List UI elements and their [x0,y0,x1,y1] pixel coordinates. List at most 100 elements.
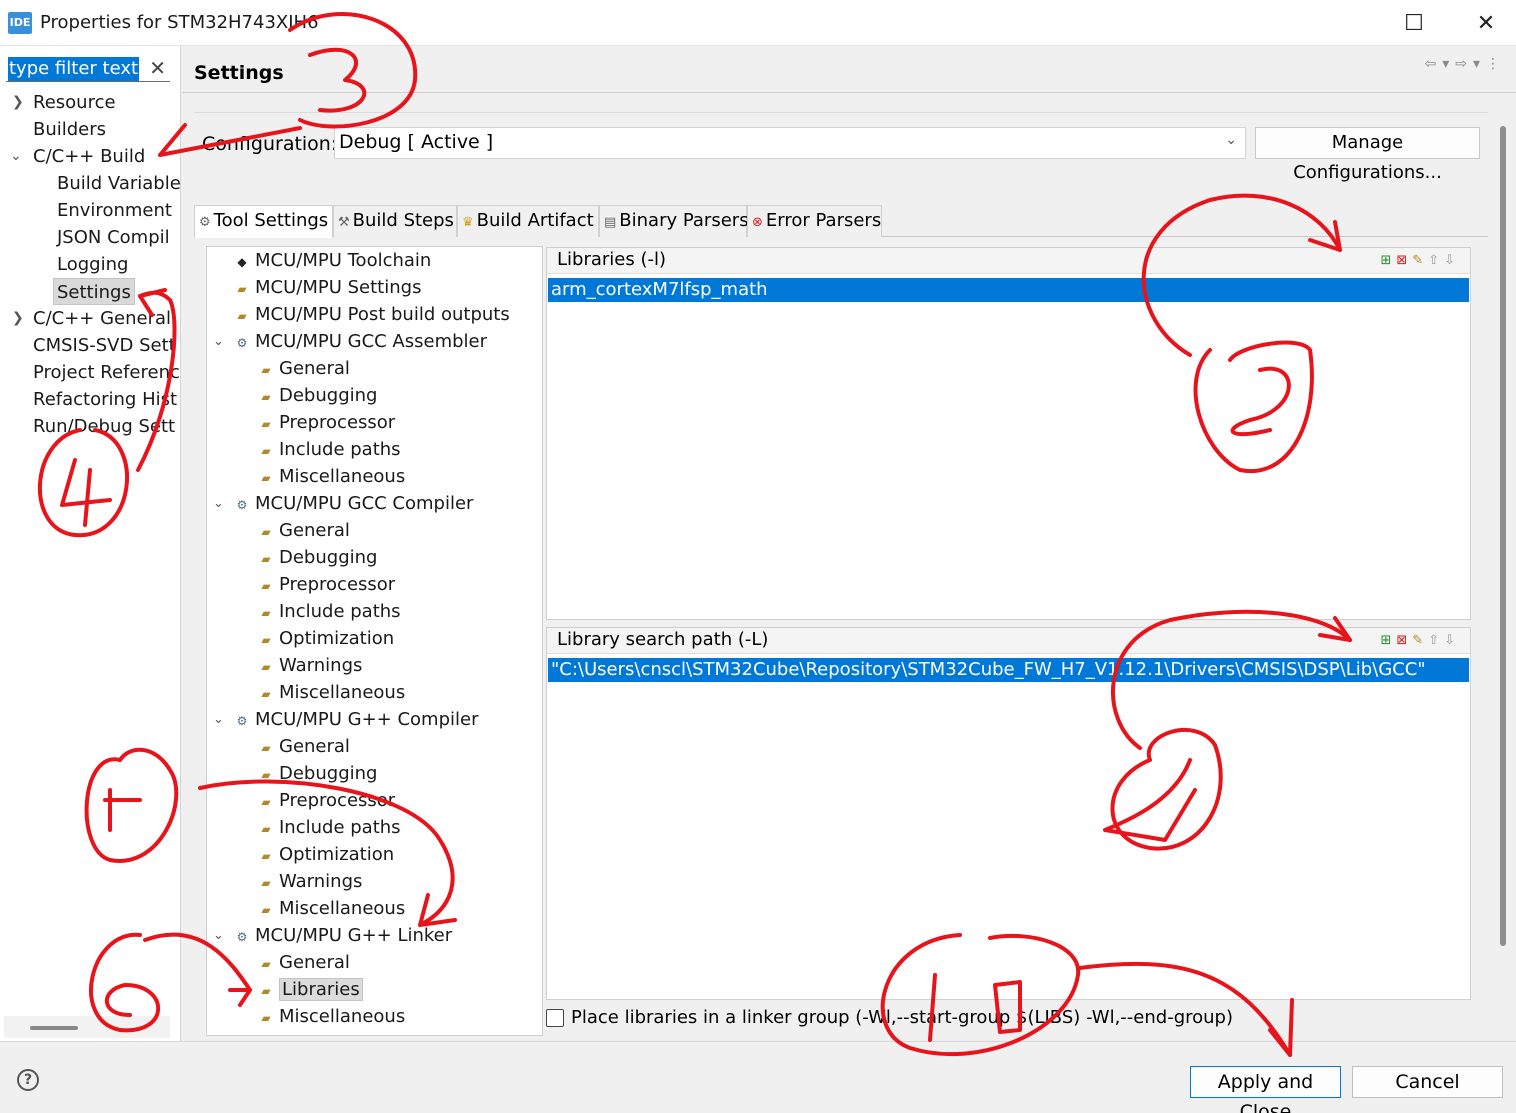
linker-group-checkbox[interactable] [546,1009,564,1027]
nav-item-cpp-build[interactable]: C/C++ Build [33,143,145,170]
chevron-down-icon[interactable]: ⌄ [10,143,22,170]
option-category-icon: ▰ [261,552,271,566]
tree-item-gcc-preprocessor[interactable]: ▰ Preprocessor [257,571,395,598]
option-category-icon: ▰ [261,768,271,782]
back-arrow-icon[interactable]: ⇦ [1424,56,1442,72]
clear-filter-icon[interactable]: ✕ [149,56,166,80]
option-category-icon: ▰ [261,903,271,917]
tree-item-gpp-warnings[interactable]: ▰ Warnings [257,868,362,895]
list-toolbar: ⊞⊠✎⇧⇩ [1380,633,1460,648]
view-menu-icon[interactable]: ⋮ [1486,56,1506,72]
nav-item-refactoring-history[interactable]: Refactoring Hist [33,386,177,413]
tree-item-gpp-include-paths[interactable]: ▰ Include paths [257,814,400,841]
tab-error-parsers[interactable]: ⊗ Error Parsers [747,205,882,237]
tree-item-post-build[interactable]: ▰ MCU/MPU Post build outputs [233,301,509,328]
tree-item-gpp-misc[interactable]: ▰ Miscellaneous [257,895,405,922]
close-button[interactable]: ✕ [1466,8,1506,40]
move-down-icon[interactable]: ⇩ [1444,253,1460,268]
library-list-item[interactable]: arm_cortexM7lfsp_math [548,278,1469,302]
tree-item-gcc-warnings[interactable]: ▰ Warnings [257,652,362,679]
edit-icon[interactable]: ✎ [1412,633,1428,648]
tree-item-asm-include-paths[interactable]: ▰ Include paths [257,436,400,463]
forward-menu-icon[interactable]: ▾ [1473,56,1486,72]
chevron-down-icon[interactable]: ⌄ [213,490,224,517]
tree-item-gpp-debugging[interactable]: ▰ Debugging [257,760,377,787]
nav-item-environment[interactable]: Environment [57,197,172,224]
tree-item-gpp-optimization[interactable]: ▰ Optimization [257,841,394,868]
chevron-down-icon[interactable]: ⌄ [213,706,224,733]
configuration-select[interactable]: Debug [ Active ] ⌄ [334,127,1246,159]
tree-item-linker-libraries[interactable]: ▰ Libraries [257,976,363,1003]
nav-item-build-variables[interactable]: Build Variable [57,170,180,197]
vertical-scrollbar[interactable] [1500,126,1506,946]
apply-and-close-button[interactable]: Apply and Close [1190,1066,1341,1113]
nav-item-builders[interactable]: Builders [33,116,106,143]
tab-binary-parsers[interactable]: ▤ Binary Parsers [599,205,749,237]
tree-item-toolchain[interactable]: ◆ MCU/MPU Toolchain [233,247,431,274]
nav-item-logging[interactable]: Logging [57,251,128,278]
nav-item-run-debug-settings[interactable]: Run/Debug Sett [33,413,175,440]
tree-item-gcc-general[interactable]: ▰ General [257,517,350,544]
tree-item-asm-preprocessor[interactable]: ▰ Preprocessor [257,409,395,436]
cancel-button[interactable]: Cancel [1352,1066,1503,1098]
tree-item-gcc-debugging[interactable]: ▰ Debugging [257,544,377,571]
tree-item-asm-general[interactable]: ▰ General [257,355,350,382]
chevron-down-icon[interactable]: ⌄ [1225,132,1237,148]
move-up-icon[interactable]: ⇧ [1428,253,1444,268]
back-menu-icon[interactable]: ▾ [1442,56,1455,72]
library-path-list-item[interactable]: "C:\Users\cnscl\STM32Cube\Repository\STM… [548,658,1469,682]
delete-icon[interactable]: ⊠ [1396,633,1412,648]
manage-configurations-button[interactable]: Manage Configurations... [1255,127,1480,183]
tree-item-gpp-general[interactable]: ▰ General [257,733,350,760]
tree-item-gcc-include-paths[interactable]: ▰ Include paths [257,598,400,625]
nav-item-cpp-general[interactable]: C/C++ General [33,305,171,332]
add-icon[interactable]: ⊞ [1380,253,1396,268]
maximize-button[interactable]: ☐ [1394,8,1434,40]
tree-item-asm-misc[interactable]: ▰ Miscellaneous [257,463,405,490]
filter-input[interactable]: type filter text ✕ [6,56,170,82]
tool-settings-tree: ◆ MCU/MPU Toolchain ▰ MCU/MPU Settings ▰ MC… [206,246,543,1036]
tab-tool-settings[interactable]: ⚙ Tool Settings [194,205,333,238]
tree-item-gpp-compiler[interactable]: ⚙ MCU/MPU G++ Compiler [233,706,479,733]
library-paths-label: Library search path (-L) [557,629,769,650]
forward-arrow-icon[interactable]: ⇨ [1455,56,1473,72]
nav-item-cmsis-svd[interactable]: CMSIS-SVD Sett [33,332,176,359]
tab-build-artifact[interactable]: ♛ Build Artifact [457,205,599,237]
nav-item-project-references[interactable]: Project Referenc [33,359,180,386]
option-category-icon: ▰ [261,363,271,377]
chevron-right-icon[interactable]: ❯ [12,89,24,116]
move-down-icon[interactable]: ⇩ [1444,633,1460,648]
nav-item-json-compilation[interactable]: JSON Compil [57,224,170,251]
move-up-icon[interactable]: ⇧ [1428,633,1444,648]
tree-item-linker-general[interactable]: ▰ General [257,949,350,976]
delete-icon[interactable]: ⊠ [1396,253,1412,268]
tree-item-gcc-optimization[interactable]: ▰ Optimization [257,625,394,652]
nav-item-resource[interactable]: Resource [33,89,116,116]
tree-item-asm-debugging[interactable]: ▰ Debugging [257,382,377,409]
chevron-down-icon[interactable]: ⌄ [213,328,224,355]
tree-item-gpp-preprocessor[interactable]: ▰ Preprocessor [257,787,395,814]
edit-icon[interactable]: ✎ [1412,253,1428,268]
option-category-icon: ▰ [261,606,271,620]
tab-label: Build Artifact [476,210,594,231]
chevron-right-icon[interactable]: ❯ [12,305,24,332]
tree-item-gpp-linker[interactable]: ⚙ MCU/MPU G++ Linker [233,922,453,949]
filter-input-text[interactable]: type filter text [8,57,140,81]
tree-item-gcc-compiler[interactable]: ⚙ MCU/MPU GCC Compiler [233,490,474,517]
tool-gear-icon: ⚙ [236,498,248,512]
tree-item-gcc-assembler[interactable]: ⚙ MCU/MPU GCC Assembler [233,328,487,355]
tree-item-gcc-misc[interactable]: ▰ Miscellaneous [257,679,405,706]
tab-build-steps[interactable]: ⚒ Build Steps [333,205,457,237]
tree-item-mcu-settings[interactable]: ▰ MCU/MPU Settings [233,274,421,301]
help-icon[interactable]: ? [17,1069,39,1091]
chevron-down-icon[interactable]: ⌄ [213,922,224,949]
option-category-icon: ▰ [261,957,271,971]
option-category-icon: ▰ [261,876,271,890]
gear-icon: ⚙ [199,215,211,230]
nav-item-settings[interactable]: Settings [53,278,135,305]
add-icon[interactable]: ⊞ [1380,633,1396,648]
horizontal-scrollbar[interactable] [4,1016,170,1038]
tree-item-linker-misc[interactable]: ▰ Miscellaneous [257,1003,405,1030]
scrollbar-thumb[interactable] [30,1026,78,1030]
option-category-icon: ▰ [261,660,271,674]
